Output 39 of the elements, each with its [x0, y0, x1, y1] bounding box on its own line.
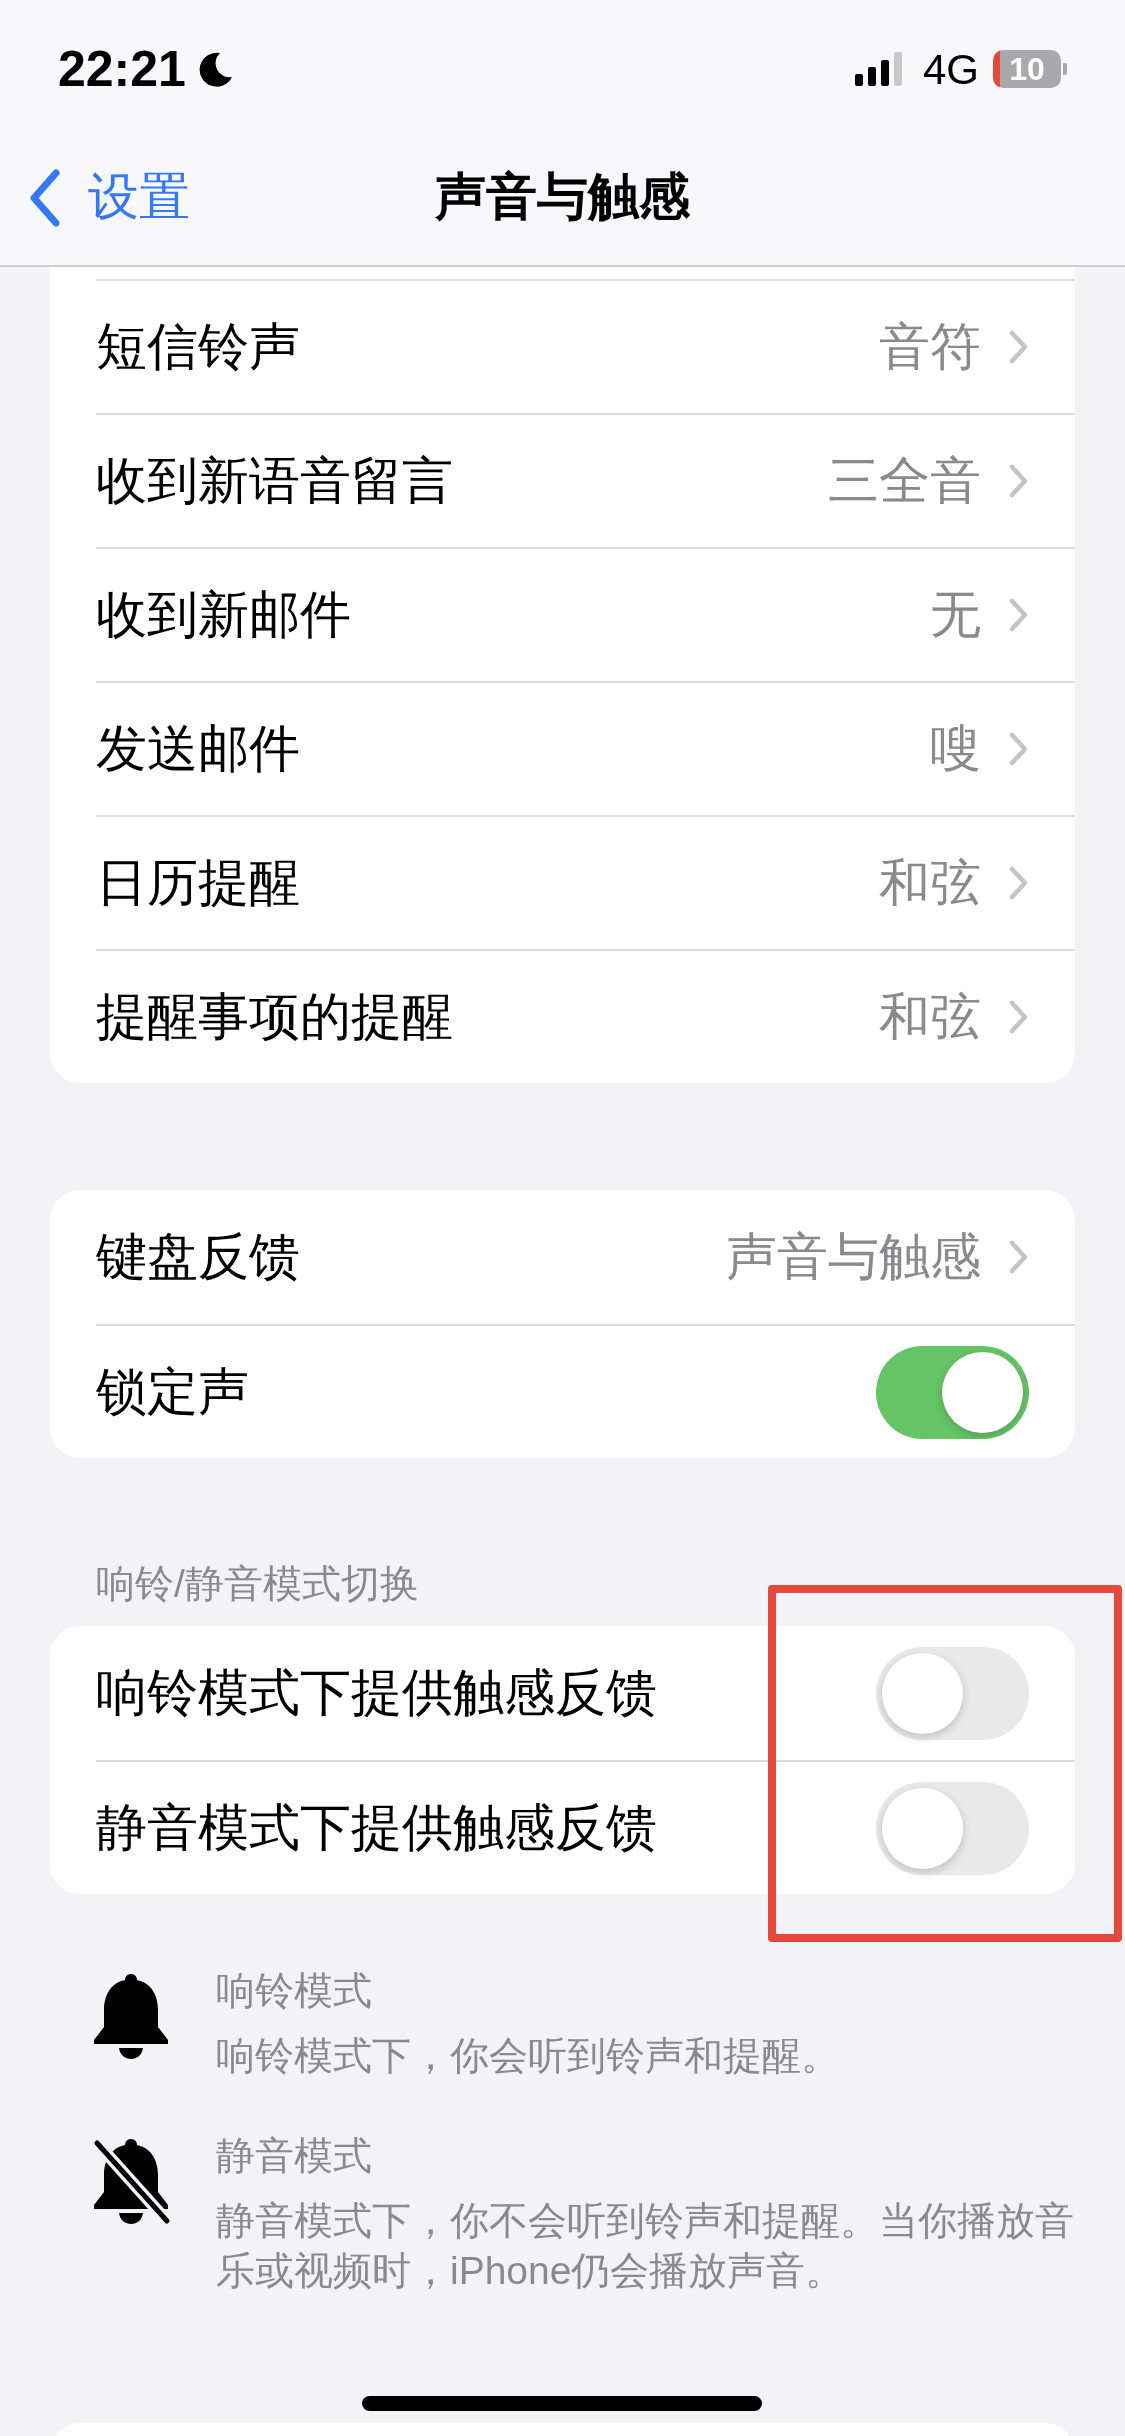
signal-icon: [854, 52, 905, 86]
chevron-icon: [1009, 330, 1029, 364]
mode-title: 静音模式: [216, 2133, 373, 2179]
row-label: 日历提醒: [96, 852, 301, 913]
row-value: 三全音: [828, 450, 981, 511]
bell-icon: [91, 1972, 171, 2060]
back-button[interactable]: 设置: [28, 159, 190, 236]
row-label: 收到新邮件: [96, 584, 352, 645]
page-title: 声音与触感: [435, 167, 690, 228]
chevron-icon: [1009, 1240, 1029, 1274]
muted-bell-icon: [91, 2137, 171, 2225]
mode-description: 静音模式下，你不会听到铃声和提醒。当你播放音乐或视频时，iPhone仍会播放声音。: [216, 2198, 1075, 2294]
status-time: 22:21: [58, 39, 186, 99]
row-value: 和弦: [879, 986, 981, 1047]
chevron-icon: [1009, 732, 1029, 766]
row-value: 音符: [879, 316, 981, 377]
chevron-icon: [1009, 1000, 1029, 1034]
row-value: 声音与触感: [726, 1226, 981, 1287]
moon-icon: [197, 51, 234, 87]
row-value: 和弦: [879, 852, 981, 913]
row-label: 提醒事项的提醒: [96, 986, 454, 1047]
row-value: 无: [930, 584, 981, 645]
row-label: 静音模式下提供触感反馈: [96, 1797, 658, 1858]
row-label: 短信铃声: [96, 316, 301, 377]
row-value: 嗖: [930, 718, 981, 779]
mode-title: 响铃模式: [216, 1968, 373, 2014]
section-header: 响铃/静音模式切换: [95, 1561, 420, 1606]
chevron-icon: [1009, 464, 1029, 498]
back-chevron-icon: [28, 168, 62, 227]
chevron-icon: [1009, 598, 1029, 632]
row-label: 发送邮件: [96, 718, 301, 779]
row-label: 键盘反馈: [96, 1226, 301, 1287]
row-label: 响铃模式下提供触感反馈: [96, 1662, 658, 1723]
row-label: 锁定声: [96, 1361, 250, 1422]
chevron-icon: [1009, 866, 1029, 900]
mode-description: 响铃模式下，你会听到铃声和提醒。: [216, 2033, 841, 2079]
network-type: 4G: [922, 44, 979, 95]
battery-percent: 10: [1009, 50, 1045, 88]
row-label: 收到新语音留言: [96, 450, 454, 511]
